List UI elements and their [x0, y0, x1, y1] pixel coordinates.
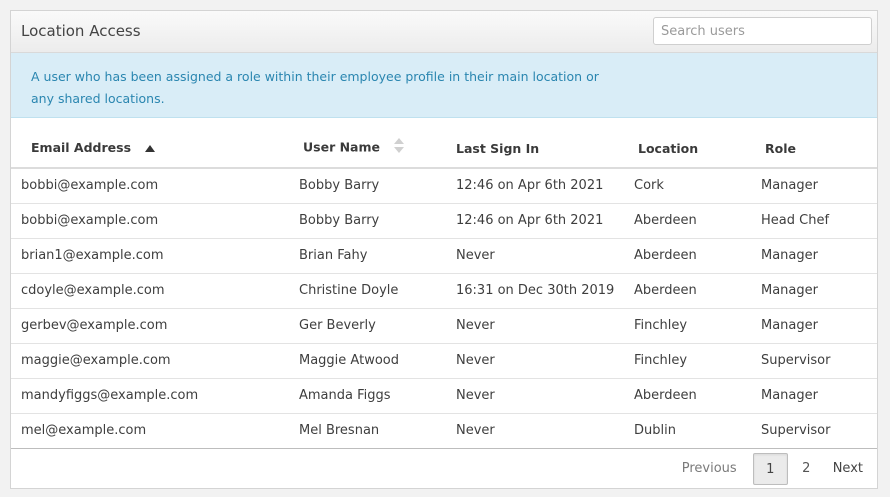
- cell-location: Aberdeen: [633, 378, 760, 414]
- cell-email: gerbev@example.com: [11, 308, 298, 344]
- cell-last-sign-in: 16:31 on Dec 30th 2019: [455, 273, 633, 309]
- search-users-input[interactable]: [653, 17, 872, 45]
- column-header-label: Email Address: [31, 140, 132, 155]
- cell-user-name: Bobby Barry: [298, 203, 455, 239]
- cell-email: bobbi@example.com: [11, 168, 298, 204]
- cell-last-sign-in: Never: [455, 378, 633, 414]
- cell-role: Supervisor: [760, 343, 877, 379]
- info-alert-text: A user who has been assigned a role with…: [31, 69, 599, 106]
- pagination: Previous 1 2 Next: [670, 450, 877, 488]
- cell-role: Manager: [760, 168, 877, 204]
- cell-role: Manager: [760, 378, 877, 414]
- cell-user-name: Mel Bresnan: [298, 413, 455, 449]
- cell-last-sign-in: Never: [455, 308, 633, 344]
- cell-email: mel@example.com: [11, 413, 298, 449]
- cell-role: Supervisor: [760, 413, 877, 449]
- table-row[interactable]: mel@example.com Mel Bresnan Never Dublin Sup…: [11, 413, 877, 449]
- cell-location: Aberdeen: [633, 238, 760, 274]
- cell-email: mandyfiggs@example.com: [11, 378, 298, 414]
- users-table: Email Address User Name Last Sign In Loc…: [11, 118, 877, 449]
- column-header-location[interactable]: Location: [633, 118, 760, 169]
- page-1-button[interactable]: 1: [752, 453, 788, 485]
- cell-user-name: Maggie Atwood: [298, 343, 455, 379]
- table-row[interactable]: bobbi@example.com Bobby Barry 12:46 on Apr…: [11, 203, 877, 239]
- cell-email: cdoyle@example.com: [11, 273, 298, 309]
- cell-role: Manager: [760, 238, 877, 274]
- column-header-role[interactable]: Role: [760, 118, 877, 169]
- table-row[interactable]: gerbev@example.com Ger Beverly Never Finchl…: [11, 308, 877, 344]
- column-header-label: Last Sign In: [456, 140, 540, 156]
- column-header-label: Role: [765, 140, 796, 156]
- page-2-button[interactable]: 2: [788, 453, 825, 485]
- cell-last-sign-in: Never: [455, 238, 633, 274]
- previous-page-button[interactable]: Previous: [670, 453, 749, 485]
- cell-user-name: Bobby Barry: [298, 168, 455, 204]
- table-row[interactable]: maggie@example.com Maggie Atwood Never Finc…: [11, 343, 877, 379]
- cell-user-name: Brian Fahy: [298, 238, 455, 274]
- cell-location: Cork: [633, 168, 760, 204]
- cell-user-name: Amanda Figgs: [298, 378, 455, 414]
- table-row[interactable]: mandyfiggs@example.com Amanda Figgs Never A…: [11, 378, 877, 414]
- panel-title: Location Access: [21, 22, 141, 40]
- cell-last-sign-in: Never: [455, 343, 633, 379]
- column-header-user-name[interactable]: User Name: [298, 118, 455, 169]
- table-header-row: Email Address User Name Last Sign In Loc…: [11, 118, 877, 169]
- cell-location: Aberdeen: [633, 203, 760, 239]
- cell-email: bobbi@example.com: [11, 203, 298, 239]
- location-access-panel: Location Access A user who has been assi…: [10, 10, 878, 489]
- table-row[interactable]: brian1@example.com Brian Fahy Never Aberdee…: [11, 238, 877, 274]
- sort-both-icon[interactable]: [394, 138, 405, 156]
- table-row[interactable]: cdoyle@example.com Christine Doyle 16:31 o…: [11, 273, 877, 309]
- column-header-label: User Name: [303, 139, 380, 155]
- table-row[interactable]: bobbi@example.com Bobby Barry 12:46 on Apr…: [11, 168, 877, 204]
- sort-ascending-icon[interactable]: [145, 140, 156, 155]
- cell-location: Dublin: [633, 413, 760, 449]
- column-header-label: Location: [638, 140, 699, 156]
- cell-user-name: Christine Doyle: [298, 273, 455, 309]
- cell-role: Manager: [760, 273, 877, 309]
- cell-role: Head Chef: [760, 203, 877, 239]
- cell-location: Finchley: [633, 343, 760, 379]
- column-header-email[interactable]: Email Address: [11, 118, 298, 169]
- cell-last-sign-in: 12:46 on Apr 6th 2021: [455, 203, 633, 239]
- info-alert: A user who has been assigned a role with…: [11, 53, 877, 118]
- next-page-button[interactable]: Next: [825, 453, 877, 485]
- table-body: bobbi@example.com Bobby Barry 12:46 on Apr…: [11, 168, 877, 449]
- cell-email: maggie@example.com: [11, 343, 298, 379]
- cell-location: Finchley: [633, 308, 760, 344]
- panel-header: Location Access: [11, 11, 877, 53]
- column-header-last-sign-in[interactable]: Last Sign In: [455, 118, 633, 169]
- cell-user-name: Ger Beverly: [298, 308, 455, 344]
- cell-last-sign-in: 12:46 on Apr 6th 2021: [455, 168, 633, 204]
- cell-email: brian1@example.com: [11, 238, 298, 274]
- cell-location: Aberdeen: [633, 273, 760, 309]
- cell-role: Manager: [760, 308, 877, 344]
- cell-last-sign-in: Never: [455, 413, 633, 449]
